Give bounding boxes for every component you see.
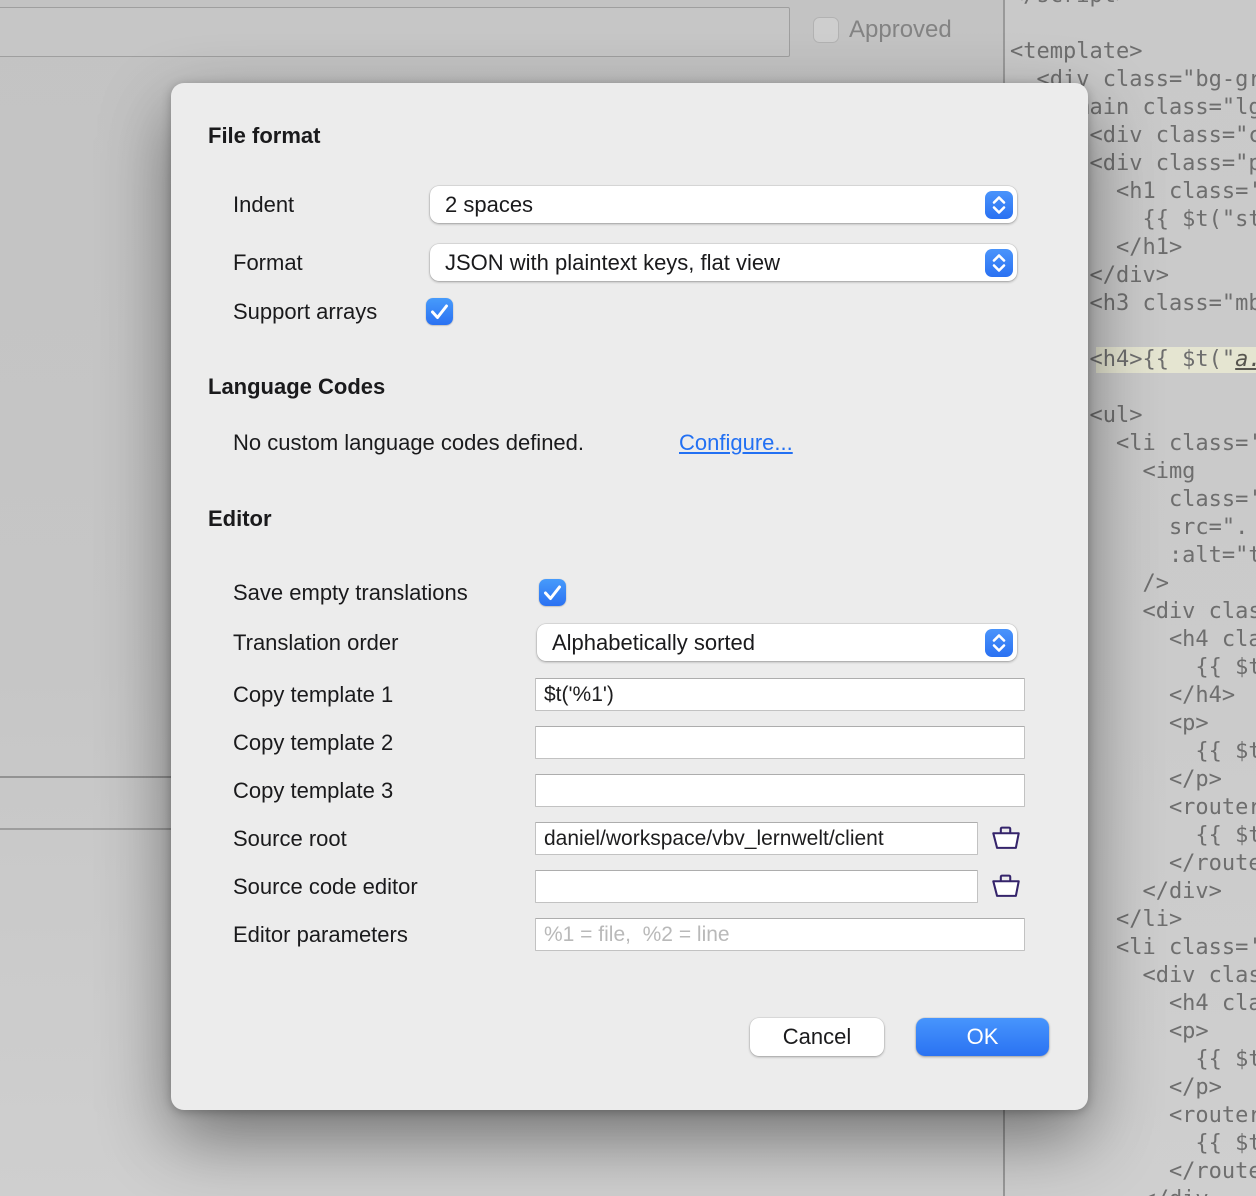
background-translation-field[interactable] xyxy=(0,7,790,57)
save-empty-label: Save empty translations xyxy=(233,579,468,607)
translation-key-link: a. xyxy=(1235,347,1256,372)
checkmark-icon xyxy=(426,298,453,325)
support-arrays-row: Support arrays xyxy=(171,298,1088,326)
copy-template-1-input[interactable] xyxy=(535,678,1025,711)
source-code-editor-row: Source code editor xyxy=(171,870,1088,903)
save-empty-row: Save empty translations xyxy=(171,579,1088,607)
indent-row: Indent 2 spaces xyxy=(171,186,1088,223)
translation-order-row: Translation order Alphabetically sorted xyxy=(171,624,1088,661)
indent-label: Indent xyxy=(233,186,294,223)
settings-dialog: File format Indent 2 spaces Format JSON … xyxy=(171,83,1088,1110)
copy-template-3-row: Copy template 3 xyxy=(171,774,1088,807)
source-root-row: Source root xyxy=(171,822,1088,855)
code-line: </div xyxy=(1010,1186,1256,1196)
format-row: Format JSON with plaintext keys, flat vi… xyxy=(171,244,1088,281)
copy-template-1-row: Copy template 1 xyxy=(171,678,1088,711)
configure-link[interactable]: Configure... xyxy=(679,428,793,458)
checkmark-icon xyxy=(539,579,566,606)
copy-template-3-label: Copy template 3 xyxy=(233,774,393,807)
chevron-up-down-icon xyxy=(985,629,1013,657)
source-code-editor-label: Source code editor xyxy=(233,870,418,903)
copy-template-3-input[interactable] xyxy=(535,774,1025,807)
approved-label: Approved xyxy=(849,17,952,43)
translation-order-label: Translation order xyxy=(233,624,398,661)
cancel-button[interactable]: Cancel xyxy=(750,1018,884,1056)
code-line: <template> xyxy=(1010,38,1256,66)
file-format-heading: File format xyxy=(208,123,320,149)
copy-template-2-input[interactable] xyxy=(535,726,1025,759)
code-line: {{ $t xyxy=(1010,1130,1256,1158)
copy-template-1-label: Copy template 1 xyxy=(233,678,393,711)
source-root-input[interactable] xyxy=(535,822,978,855)
support-arrays-label: Support arrays xyxy=(233,298,377,326)
source-code-editor-input[interactable] xyxy=(535,870,978,903)
editor-parameters-row: Editor parameters xyxy=(171,918,1088,951)
format-select-value: JSON with plaintext keys, flat view xyxy=(445,244,780,281)
language-codes-status: No custom language codes defined. xyxy=(233,428,584,458)
code-line: </script> xyxy=(1010,0,1256,10)
indent-select-value: 2 spaces xyxy=(445,186,533,223)
source-code-editor-browse-button[interactable] xyxy=(989,872,1023,900)
code-line: </route xyxy=(1010,1158,1256,1186)
language-codes-row: No custom language codes defined. Config… xyxy=(171,428,1088,458)
code-line xyxy=(1010,10,1256,38)
source-root-browse-button[interactable] xyxy=(989,824,1023,852)
support-arrays-checkbox[interactable] xyxy=(426,298,453,325)
chevron-up-down-icon xyxy=(985,191,1013,219)
language-codes-heading: Language Codes xyxy=(208,374,385,400)
source-root-label: Source root xyxy=(233,822,347,855)
indent-select[interactable]: 2 spaces xyxy=(430,186,1017,223)
folder-icon xyxy=(990,872,1022,899)
editor-parameters-label: Editor parameters xyxy=(233,918,408,951)
folder-icon xyxy=(990,824,1022,851)
save-empty-checkbox[interactable] xyxy=(539,579,566,606)
editor-parameters-input[interactable] xyxy=(535,918,1025,951)
approved-checkbox[interactable] xyxy=(813,17,839,43)
format-label: Format xyxy=(233,244,303,281)
copy-template-2-row: Copy template 2 xyxy=(171,726,1088,759)
copy-template-2-label: Copy template 2 xyxy=(233,726,393,759)
ok-button[interactable]: OK xyxy=(916,1018,1049,1056)
translation-order-value: Alphabetically sorted xyxy=(552,624,755,661)
format-select[interactable]: JSON with plaintext keys, flat view xyxy=(430,244,1017,281)
translation-order-select[interactable]: Alphabetically sorted xyxy=(537,624,1017,661)
chevron-up-down-icon xyxy=(985,249,1013,277)
editor-heading: Editor xyxy=(208,506,272,532)
